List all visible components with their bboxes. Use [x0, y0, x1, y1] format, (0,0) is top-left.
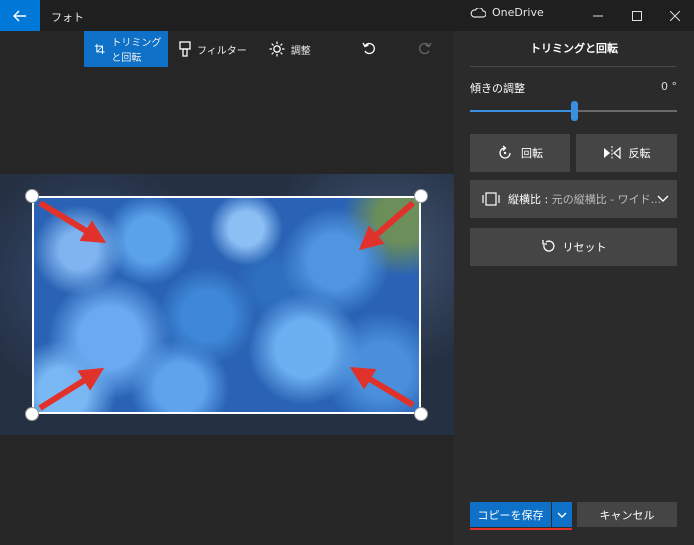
aspect-ratio-icon [482, 192, 500, 206]
crop-icon [94, 44, 105, 54]
back-arrow-icon [13, 9, 26, 22]
tab-adjust[interactable]: 調整 [258, 31, 322, 67]
redo-button[interactable] [413, 36, 437, 60]
minimize-button[interactable] [578, 0, 618, 31]
app-title: フォト [51, 11, 84, 24]
reset-button[interactable]: リセット [470, 228, 677, 266]
straighten-slider-thumb[interactable] [570, 101, 578, 121]
tab-crop-rotate[interactable]: トリミングと回転 [84, 31, 168, 67]
undo-icon [362, 42, 375, 55]
close-button[interactable] [655, 0, 694, 31]
aspect-ratio-value: 元の縦横比 - ワイド... [551, 193, 662, 206]
rotate-button[interactable]: 回転 [470, 134, 570, 172]
editor-canvas: トリミングと回転 フィルター 調整 [0, 31, 454, 545]
redo-icon [419, 42, 432, 55]
cloud-icon [470, 7, 486, 18]
straighten-slider-fill [470, 110, 574, 112]
crop-handle-bottom-right[interactable] [414, 407, 428, 421]
flip-label: 反転 [628, 147, 651, 160]
chevron-down-icon [557, 512, 567, 518]
maximize-icon [632, 10, 642, 21]
crop-rotate-panel: トリミングと回転 傾きの調整 0 ° 回転 反転 縦横比 : 元の縦横比 - ワ… [454, 31, 694, 545]
reset-label: リセット [562, 241, 607, 254]
cancel-button[interactable]: キャンセル [577, 502, 677, 527]
onedrive-label: OneDrive [492, 6, 544, 19]
photo-preview [0, 174, 454, 435]
onedrive-status[interactable]: OneDrive [470, 6, 544, 19]
rotate-label: 回転 [521, 147, 543, 160]
chevron-down-icon [657, 195, 669, 202]
save-copy-button[interactable]: コピーを保存 [470, 502, 551, 527]
save-copy-highlight-underline [470, 528, 572, 530]
crop-handle-top-left[interactable] [25, 189, 39, 203]
edit-toolbar: トリミングと回転 フィルター 調整 [84, 31, 322, 67]
tab-filter-label: フィルター [197, 45, 247, 57]
tab-filter[interactable]: フィルター [168, 31, 258, 67]
tab-adjust-label: 調整 [290, 45, 311, 57]
maximize-button[interactable] [617, 0, 657, 31]
flip-button[interactable]: 反転 [576, 134, 677, 172]
brightness-icon [269, 41, 285, 57]
straighten-label: 傾きの調整 [470, 82, 525, 95]
straighten-slider[interactable] [470, 101, 677, 121]
back-button[interactable] [0, 0, 40, 31]
aspect-ratio-text: 縦横比 : 元の縦横比 - ワイド... [508, 191, 668, 207]
aspect-ratio-dropdown[interactable]: 縦横比 : 元の縦横比 - ワイド... [470, 180, 677, 218]
flip-icon [603, 146, 621, 160]
tab-crop-rotate-label: トリミングと回転 [111, 38, 162, 64]
panel-title: トリミングと回転 [530, 42, 618, 55]
minimize-icon [593, 15, 603, 16]
reset-icon [541, 240, 555, 252]
aspect-ratio-label: 縦横比 : [508, 193, 549, 206]
filter-brush-icon [179, 41, 191, 57]
rotate-icon [499, 145, 511, 159]
panel-divider [470, 66, 676, 67]
crop-handle-bottom-left[interactable] [25, 407, 39, 421]
title-bar: フォト OneDrive [0, 0, 694, 31]
undo-button[interactable] [357, 36, 381, 60]
straighten-value: 0 ° [661, 80, 677, 93]
crop-frame[interactable] [32, 196, 421, 414]
crop-handle-top-right[interactable] [414, 189, 428, 203]
save-options-button[interactable] [552, 502, 572, 527]
close-icon [670, 10, 680, 21]
